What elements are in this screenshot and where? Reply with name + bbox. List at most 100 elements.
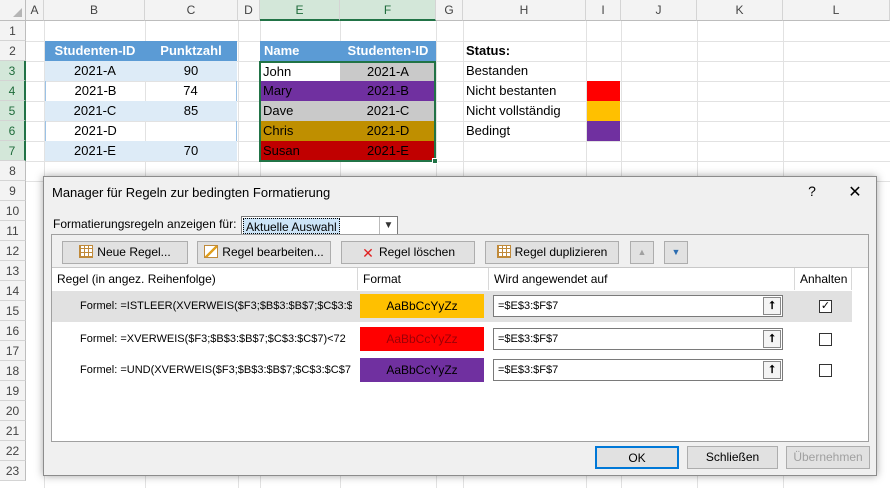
row-header-23[interactable]: 23: [0, 461, 26, 481]
row-header-19[interactable]: 19: [0, 381, 26, 401]
rule-row[interactable]: Formel: =ISTLEER(XVERWEIS($F3;$B$3:$B$7;…: [52, 291, 852, 322]
collapse-dialog-icon[interactable]: ⭡: [763, 361, 781, 379]
row-header-22[interactable]: 22: [0, 441, 26, 461]
stop-if-true-checkbox[interactable]: [819, 364, 832, 377]
row-header-21[interactable]: 21: [0, 421, 26, 441]
collapse-dialog-icon[interactable]: ⭡: [763, 330, 781, 348]
column-header-l[interactable]: L: [783, 0, 890, 21]
row-header-11[interactable]: 11: [0, 221, 26, 241]
column-header-j[interactable]: J: [621, 0, 697, 21]
row-header-18[interactable]: 18: [0, 361, 26, 381]
show-rules-label: Formatierungsregeln anzeigen für:: [53, 217, 237, 231]
table2-id-cell[interactable]: 2021-A: [340, 62, 436, 82]
column-header-f[interactable]: F: [340, 0, 436, 21]
table2-id-cell[interactable]: 2021-B: [340, 81, 436, 101]
help-button[interactable]: ?: [803, 183, 821, 199]
edit-rule-icon: [204, 245, 219, 258]
stop-if-true-checkbox[interactable]: [819, 333, 832, 346]
row-header-8[interactable]: 8: [0, 161, 26, 181]
column-header-h[interactable]: H: [463, 0, 586, 21]
column-header-g[interactable]: G: [436, 0, 463, 21]
select-all-corner[interactable]: [0, 0, 26, 21]
column-header-b[interactable]: B: [44, 0, 145, 21]
row-header-3[interactable]: 3: [0, 61, 26, 81]
rule-row[interactable]: Formel: =XVERWEIS($F3;$B$3:$B$7;$C$3:$C$…: [52, 324, 852, 355]
row-header-17[interactable]: 17: [0, 341, 26, 361]
show-rules-dropdown[interactable]: Aktuelle Auswahl ▼: [241, 216, 398, 236]
table1-header-id[interactable]: Studenten-ID: [45, 41, 145, 61]
row-header-14[interactable]: 14: [0, 281, 26, 301]
collapse-dialog-icon[interactable]: ⭡: [763, 297, 781, 315]
row-header-15[interactable]: 15: [0, 301, 26, 321]
table2-name-cell[interactable]: Mary: [260, 81, 340, 101]
dialog-title: Manager für Regeln zur bedingten Formati…: [52, 185, 331, 200]
rules-list: Regel (in angez. Reihenfolge) Format Wir…: [52, 267, 868, 441]
table2-name-cell[interactable]: Susan: [260, 141, 340, 161]
edit-rule-button[interactable]: Regel bearbeiten...: [197, 241, 331, 264]
table1-cell[interactable]: 2021-D: [45, 121, 145, 141]
new-rule-button[interactable]: Neue Regel...: [62, 241, 188, 264]
status-label: Nicht bestanten: [466, 83, 557, 98]
new-rule-label: Neue Regel...: [97, 245, 171, 259]
applies-column-header: Wird angewendet auf: [489, 268, 795, 290]
table1-cell[interactable]: 70: [145, 141, 237, 161]
column-header-k[interactable]: K: [697, 0, 783, 21]
table1-cell[interactable]: 2021-E: [45, 141, 145, 161]
table1-cell[interactable]: 2021-B: [45, 81, 145, 101]
table1-header-score[interactable]: Punktzahl: [145, 41, 237, 61]
stop-if-true-checkbox[interactable]: ✓: [819, 300, 832, 313]
apply-button[interactable]: Übernehmen: [786, 446, 870, 469]
row-header-9[interactable]: 9: [0, 181, 26, 201]
table1-cell[interactable]: 90: [145, 61, 237, 81]
status-swatch-orange: [587, 101, 620, 121]
status-title: Status:: [466, 43, 511, 58]
table2-header-id[interactable]: Studenten-ID: [340, 41, 436, 61]
table2-header-name[interactable]: Name: [260, 41, 340, 61]
column-header-a[interactable]: A: [26, 0, 44, 21]
table1-cell[interactable]: 74: [145, 81, 237, 101]
row-header-4[interactable]: 4: [0, 81, 26, 101]
table1-cell[interactable]: [145, 121, 237, 141]
row-header-1[interactable]: 1: [0, 21, 26, 41]
fill-handle[interactable]: [432, 158, 438, 164]
table2-id-cell[interactable]: 2021-C: [340, 101, 436, 121]
table2-name-cell[interactable]: Chris: [260, 121, 340, 141]
chevron-down-icon[interactable]: ▼: [379, 217, 397, 235]
applies-to-input[interactable]: =$E$3:$F$7 ⭡: [493, 328, 783, 350]
status-label: Nicht vollständig: [466, 103, 561, 118]
row-header-5[interactable]: 5: [0, 101, 26, 121]
show-rules-value: Aktuelle Auswahl: [243, 218, 340, 234]
duplicate-rule-button[interactable]: Regel duplizieren: [485, 241, 619, 264]
applies-to-input[interactable]: =$E$3:$F$7 ⭡: [493, 359, 783, 381]
conditional-formatting-rules-manager-dialog: Manager für Regeln zur bedingten Formati…: [43, 176, 877, 476]
column-header-i[interactable]: I: [586, 0, 621, 21]
table1-cell[interactable]: 2021-C: [45, 101, 145, 121]
row-header-10[interactable]: 10: [0, 201, 26, 221]
row-header-12[interactable]: 12: [0, 241, 26, 261]
table2-name-cell[interactable]: Dave: [260, 101, 340, 121]
column-header-c[interactable]: C: [145, 0, 238, 21]
row-header-6[interactable]: 6: [0, 121, 26, 141]
row-header-16[interactable]: 16: [0, 321, 26, 341]
table2-id-cell[interactable]: 2021-D: [340, 121, 436, 141]
row-header-13[interactable]: 13: [0, 261, 26, 281]
row-header-7[interactable]: 7: [0, 141, 26, 161]
table1-cell[interactable]: 2021-A: [45, 61, 145, 81]
column-header-d[interactable]: D: [238, 0, 260, 21]
status-swatch-red: [587, 81, 620, 101]
rule-formula: Formel: =UND(XVERWEIS($F3;$B$3:$B$7;$C$3…: [80, 364, 352, 376]
close-button[interactable]: Schließen: [687, 446, 778, 469]
delete-rule-button[interactable]: ✕ Regel löschen: [341, 241, 475, 264]
column-header-e[interactable]: E: [260, 0, 340, 21]
ok-button[interactable]: OK: [595, 446, 679, 469]
table1-cell[interactable]: 85: [145, 101, 237, 121]
table2-id-cell[interactable]: 2021-E: [340, 141, 436, 161]
rule-row[interactable]: Formel: =UND(XVERWEIS($F3;$B$3:$B$7;$C$3…: [52, 355, 852, 386]
move-up-button[interactable]: ▲: [630, 241, 654, 264]
row-header-2[interactable]: 2: [0, 41, 26, 61]
applies-to-input[interactable]: =$E$3:$F$7 ⭡: [493, 295, 783, 317]
move-down-button[interactable]: ▼: [664, 241, 688, 264]
row-header-20[interactable]: 20: [0, 401, 26, 421]
close-icon[interactable]: ✕: [844, 182, 866, 202]
table2-name-cell[interactable]: John: [260, 62, 340, 82]
